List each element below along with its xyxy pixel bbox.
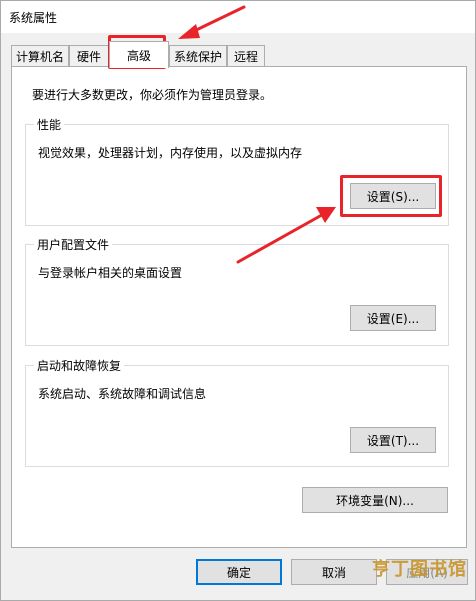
startup-recovery-description: 系统启动、系统故障和调试信息 <box>38 387 207 401</box>
watermark: 亨丁图书馆 <box>372 552 474 584</box>
startup-recovery-group-title: 启动和故障恢复 <box>34 357 125 374</box>
tab-hardware[interactable]: 硬件 <box>69 45 109 67</box>
performance-group: 性能 视觉效果，处理器计划，内存使用，以及虚拟内存 设置(S)... <box>25 116 449 226</box>
environment-variables-button[interactable]: 环境变量(N)... <box>302 487 448 513</box>
advanced-tab-panel: 要进行大多数更改，你必须作为管理员登录。 性能 视觉效果，处理器计划，内存使用，… <box>11 66 467 548</box>
watermark-text: 亨丁图书馆 <box>372 559 467 580</box>
user-profiles-group: 用户配置文件 与登录帐户相关的桌面设置 设置(E)... <box>25 236 449 346</box>
window-title: 系统属性 <box>9 11 58 25</box>
user-profiles-settings-button[interactable]: 设置(E)... <box>350 305 436 331</box>
title-bar[interactable]: 系统属性 <box>1 1 475 33</box>
cancel-button[interactable]: 取消 <box>291 559 377 585</box>
user-profiles-description: 与登录帐户相关的桌面设置 <box>38 266 183 280</box>
tab-system-protection[interactable]: 系统保护 <box>169 45 227 67</box>
startup-recovery-settings-button[interactable]: 设置(T)... <box>350 427 436 453</box>
tab-computer-name[interactable]: 计算机名 <box>11 45 69 67</box>
performance-group-title: 性能 <box>34 116 65 133</box>
user-profiles-group-title: 用户配置文件 <box>34 236 113 253</box>
performance-settings-button[interactable]: 设置(S)... <box>350 183 436 209</box>
tab-remote[interactable]: 远程 <box>227 45 265 67</box>
ok-button[interactable]: 确定 <box>196 559 282 585</box>
startup-recovery-group: 启动和故障恢复 系统启动、系统故障和调试信息 设置(T)... <box>25 357 449 467</box>
admin-notice: 要进行大多数更改，你必须作为管理员登录。 <box>32 88 273 102</box>
tab-advanced[interactable]: 高级 <box>109 41 169 68</box>
system-properties-window: 系统属性 计算机名 硬件 高级 系统保护 远程 要进行大多数更改，你必须作为管理… <box>0 0 476 601</box>
performance-description: 视觉效果，处理器计划，内存使用，以及虚拟内存 <box>38 146 303 160</box>
